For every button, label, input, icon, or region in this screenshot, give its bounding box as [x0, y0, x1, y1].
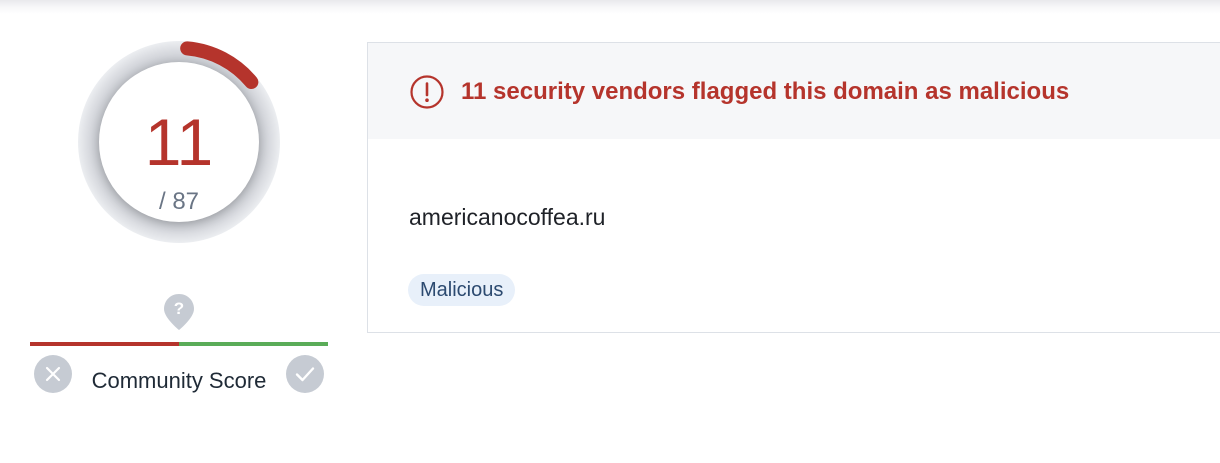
upvote-button[interactable]: [286, 355, 324, 393]
detection-score-widget: 11 / 87: [78, 41, 280, 243]
score-center: 11 / 87: [99, 62, 259, 222]
malicious-tag[interactable]: Malicious: [408, 274, 516, 306]
downvote-button[interactable]: [34, 355, 72, 393]
alert-message: 11 security vendors flagged this domain …: [461, 78, 1070, 105]
domain-name: americanocoffea.ru: [409, 204, 606, 230]
x-icon: [45, 366, 61, 382]
question-marker-icon: ?: [163, 293, 195, 331]
exclamation-circle-icon: [410, 75, 444, 109]
check-icon: [295, 367, 315, 382]
detection-summary-card: 11 security vendors flagged this domain …: [367, 42, 1220, 333]
community-score-positive-bar: [179, 342, 328, 346]
community-score-label: Community Score: [91, 368, 267, 393]
total-engines: / 87: [158, 188, 200, 215]
alert-banner: 11 security vendors flagged this domain …: [368, 43, 1220, 139]
community-score-negative-bar: [30, 342, 179, 346]
top-bar-shadow: [0, 0, 1220, 14]
malicious-count: 11: [144, 105, 214, 179]
svg-text:?: ?: [174, 299, 184, 318]
community-score: ? Community Score: [30, 293, 328, 393]
